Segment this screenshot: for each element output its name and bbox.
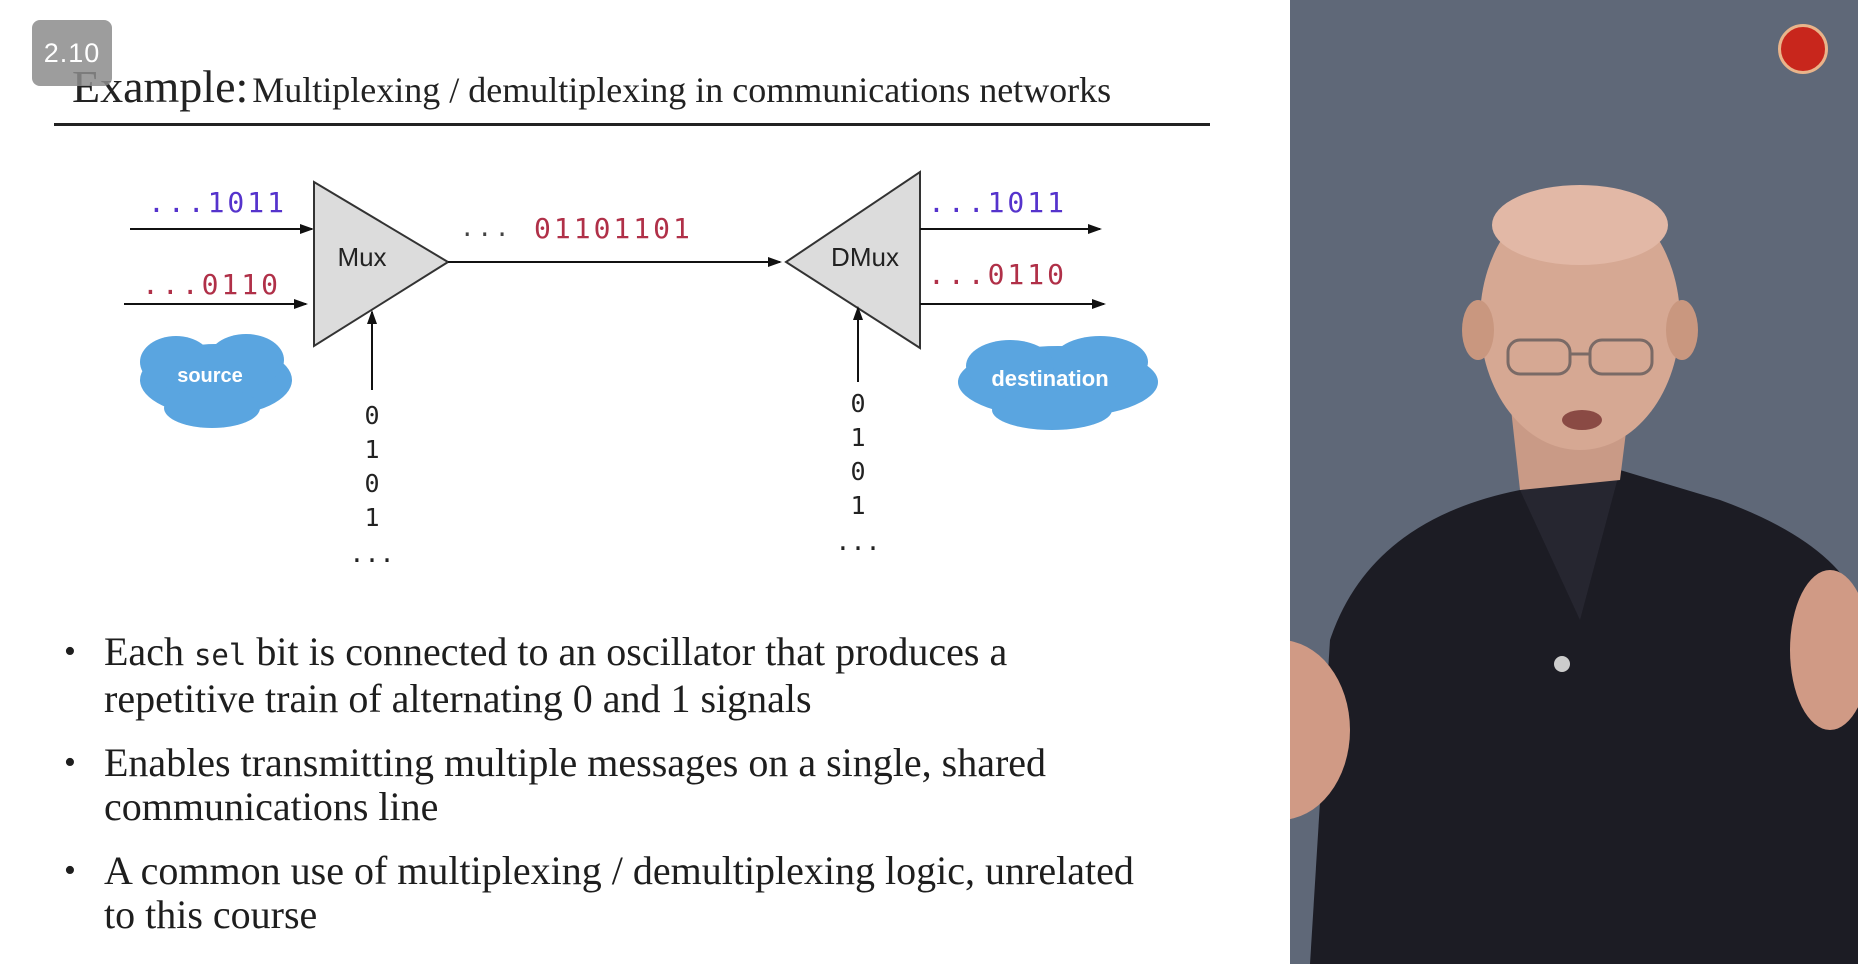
mux-label: Mux [337, 242, 386, 272]
dmux-sel-bit: ... [835, 527, 880, 556]
bullet-item: • Enables transmitting multiple messages … [62, 741, 1142, 829]
mux-sel-bit: 1 [364, 503, 379, 532]
bullet-marker: • [64, 852, 76, 889]
presenter-logo-icon [1778, 24, 1828, 74]
dmux-sel-bit: 0 [850, 389, 865, 418]
line-dots: ... [460, 214, 512, 242]
source-label: source [177, 365, 243, 387]
bullet-text: Enables transmitting multiple messages o… [104, 740, 1047, 829]
bullet-marker: • [64, 744, 76, 781]
sel-code: sel [193, 638, 247, 672]
dmux-label: DMux [831, 242, 899, 272]
output-bottom-bits: ...0110 [928, 258, 1067, 291]
line-bits: 01101101 [534, 212, 693, 245]
bullet-text: Each [104, 629, 194, 674]
mux-sel-bit: 1 [364, 435, 379, 464]
bullet-item: • Each sel bit is connected to an oscilla… [62, 630, 1142, 721]
presenter-image [1290, 185, 1858, 964]
dmux-sel-bit: 1 [850, 423, 865, 452]
bullet-text: A common use of multiplexing / demultipl… [104, 848, 1134, 937]
mux-sel-bit: 0 [364, 469, 379, 498]
input-top-bits: ...1011 [148, 186, 287, 219]
mux-sel-bits: 0 1 0 1 ... [349, 401, 394, 568]
mux-sel-bit: 0 [364, 401, 379, 430]
destination-label: destination [991, 366, 1108, 391]
bullet-marker: • [64, 633, 76, 670]
bullet-item: • A common use of multiplexing / demultip… [62, 849, 1142, 937]
dmux-sel-bit: 1 [850, 491, 865, 520]
slide: Example: Multiplexing / demultiplexing i… [0, 0, 1290, 964]
dmux-sel-bits: 0 1 0 1 ... [835, 389, 880, 556]
version-badge: 2.10 [32, 20, 112, 86]
mux-dmux-diagram: Mux DMux ...1011 ...0110 ... 01101101 ..… [124, 170, 1158, 568]
input-bottom-bits: ...0110 [142, 268, 281, 301]
output-top-bits: ...1011 [928, 186, 1067, 219]
speaker-video-panel [1290, 0, 1858, 964]
dmux-sel-bit: 0 [850, 457, 865, 486]
mux-sel-bit: ... [349, 539, 394, 568]
bullet-list: • Each sel bit is connected to an oscilla… [62, 630, 1142, 957]
